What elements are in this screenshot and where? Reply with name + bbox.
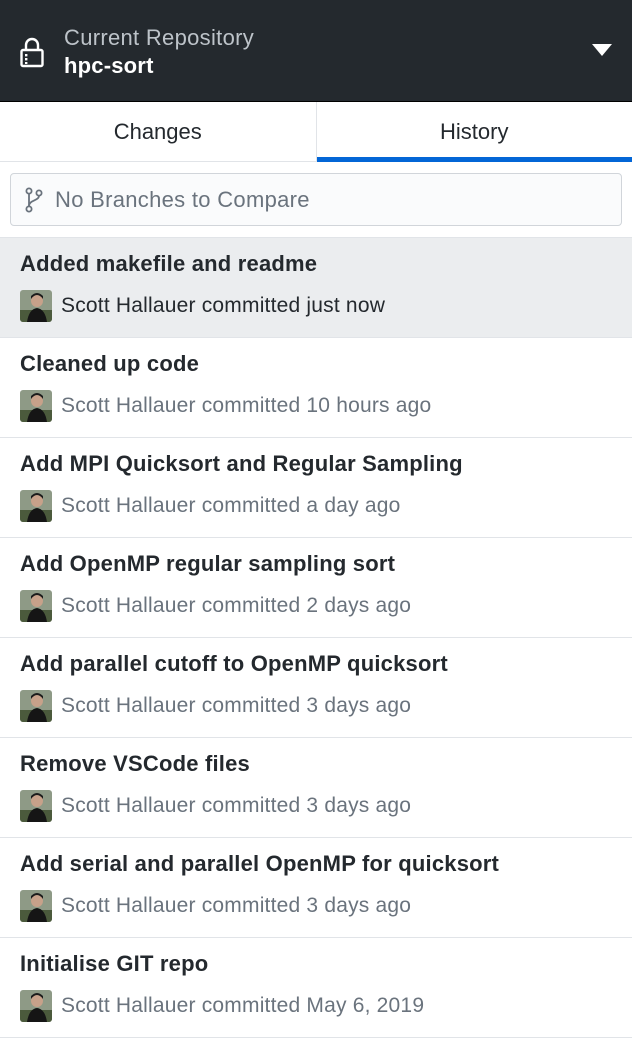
commit-row[interactable]: Remove VSCode files Scott Hallauer commi… (0, 738, 632, 838)
avatar (20, 990, 52, 1022)
commit-byline: Scott Hallauer committed 3 days ago (61, 794, 412, 817)
commit-byline: Scott Hallauer committed May 6, 2019 (61, 994, 425, 1017)
avatar (20, 690, 52, 722)
commit-summary: Add MPI Quicksort and Regular Sampling (20, 451, 463, 476)
commit-meta: Scott Hallauer committed 2 days ago (20, 590, 612, 622)
commit-meta: Scott Hallauer committed a day ago (20, 490, 612, 522)
commit-meta: Scott Hallauer committed 10 hours ago (20, 390, 612, 422)
commit-byline: Scott Hallauer committed 2 days ago (61, 594, 412, 617)
commit-row[interactable]: Add OpenMP regular sampling sort Scott H… (0, 538, 632, 638)
commit-meta: Scott Hallauer committed just now (20, 290, 612, 322)
commit-summary: Add serial and parallel OpenMP for quick… (20, 851, 500, 876)
lock-icon (20, 37, 44, 68)
compare-branch-placeholder: No Branches to Compare (55, 186, 310, 212)
commit-byline: Scott Hallauer committed just now (61, 294, 386, 317)
repository-texts: Current Repository hpc-sort (64, 24, 254, 80)
commit-row[interactable]: Cleaned up code Scott Hallauer committed… (0, 338, 632, 438)
git-branch-icon (25, 187, 43, 212)
commit-meta: Scott Hallauer committed 3 days ago (20, 790, 612, 822)
commit-list: Added makefile and readme Scott Hallauer… (0, 238, 632, 1038)
tab-history[interactable]: History (315, 102, 632, 162)
avatar (20, 390, 52, 422)
commit-summary: Cleaned up code (20, 351, 200, 376)
commit-summary: Add OpenMP regular sampling sort (20, 551, 396, 576)
commit-summary: Added makefile and readme (20, 251, 318, 276)
commit-row[interactable]: Add parallel cutoff to OpenMP quicksort … (0, 638, 632, 738)
commit-meta: Scott Hallauer committed 3 days ago (20, 890, 612, 922)
commit-byline: Scott Hallauer committed 3 days ago (61, 694, 412, 717)
commit-meta: Scott Hallauer committed 3 days ago (20, 690, 612, 722)
app-window: Current Repository hpc-sort Changes Hist… (0, 0, 632, 1040)
commit-summary: Remove VSCode files (20, 751, 250, 776)
commit-byline: Scott Hallauer committed a day ago (61, 494, 401, 517)
commit-row[interactable]: Initialise GIT repo Scott Hallauer commi… (0, 938, 632, 1038)
commit-summary: Initialise GIT repo (20, 951, 209, 976)
caret-down-icon[interactable] (592, 44, 612, 56)
compare-branch-area: No Branches to Compare (0, 162, 632, 238)
repository-selector[interactable]: Current Repository hpc-sort (0, 0, 632, 102)
tab-bar: Changes History (0, 102, 632, 162)
commit-byline: Scott Hallauer committed 3 days ago (61, 894, 412, 917)
commit-row[interactable]: Add serial and parallel OpenMP for quick… (0, 838, 632, 938)
tab-changes[interactable]: Changes (0, 102, 316, 161)
commit-row[interactable]: Added makefile and readme Scott Hallauer… (0, 238, 632, 338)
repository-label: Current Repository (64, 25, 255, 50)
commit-summary: Add parallel cutoff to OpenMP quicksort (20, 651, 448, 676)
commit-byline: Scott Hallauer committed 10 hours ago (61, 394, 432, 417)
commit-row[interactable]: Add MPI Quicksort and Regular Sampling S… (0, 438, 632, 538)
commit-meta: Scott Hallauer committed May 6, 2019 (20, 990, 612, 1022)
compare-branch-input[interactable]: No Branches to Compare (10, 173, 622, 226)
avatar (20, 290, 52, 322)
repository-name: hpc-sort (64, 53, 154, 78)
avatar (20, 790, 52, 822)
avatar (20, 590, 52, 622)
avatar (20, 890, 52, 922)
avatar (20, 490, 52, 522)
